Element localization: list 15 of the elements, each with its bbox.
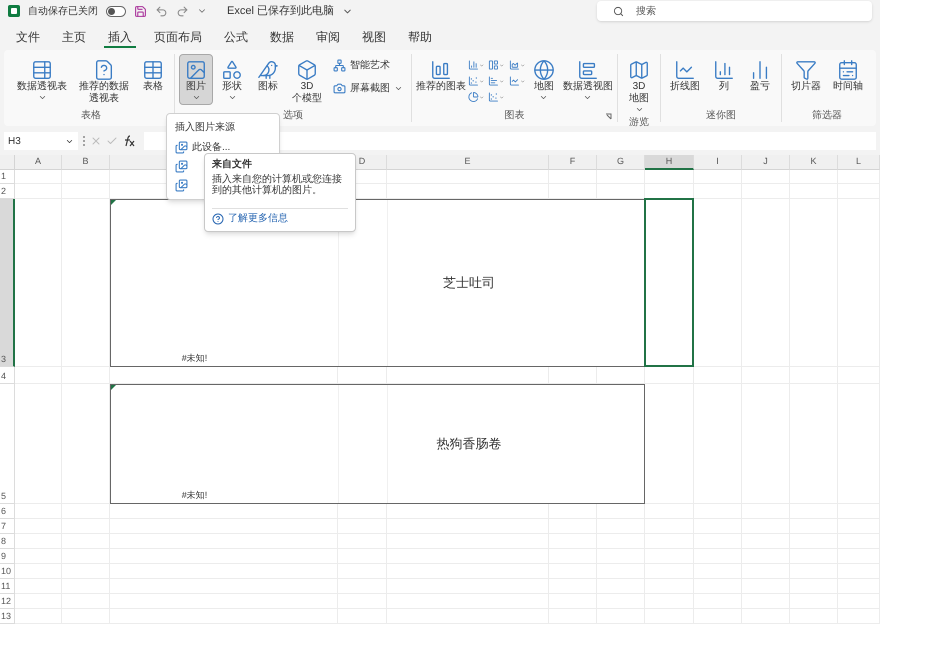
- tooltip-title: 来自文件: [212, 158, 253, 172]
- file-status: Excel 已保存到此电脑: [227, 4, 334, 19]
- cell-error-text: #未知!: [182, 352, 208, 364]
- group-label: 筛选器: [812, 110, 842, 122]
- group-label: 图表: [504, 110, 524, 122]
- cell-text: 热狗香肠卷: [436, 435, 502, 454]
- group-label: 表格: [81, 110, 101, 122]
- menu-header: 插入图片来源: [174, 120, 236, 135]
- cell-error-text: #未知!: [182, 488, 208, 502]
- group-label: 选项: [283, 110, 303, 122]
- cell-text: 芝士吐司: [443, 274, 495, 292]
- group-label: 迷你图: [706, 110, 736, 122]
- autosave-label: 自动保存已关闭: [28, 4, 98, 18]
- group-label: 游览: [629, 117, 649, 129]
- tooltip-text: 插入来自您的计算机或您连接到的其他计算机的图片。: [212, 174, 343, 196]
